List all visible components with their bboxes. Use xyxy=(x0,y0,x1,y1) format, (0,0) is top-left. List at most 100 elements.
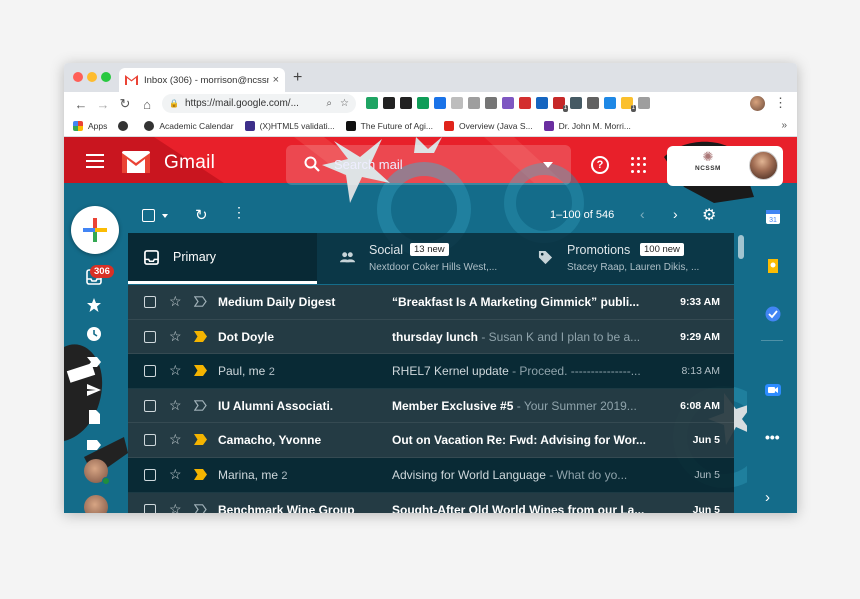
star-icon[interactable]: ☆ xyxy=(169,362,182,379)
tab-close-icon[interactable]: × xyxy=(273,74,279,86)
refresh-icon[interactable]: ↻ xyxy=(195,206,208,224)
importance-marker-icon[interactable] xyxy=(194,399,207,411)
browser-tab-inbox[interactable]: Inbox (306) - morrison@ncssm × xyxy=(119,68,285,92)
extension-icon[interactable] xyxy=(536,97,548,109)
back-icon[interactable]: ← xyxy=(70,97,92,112)
maximize-window-button[interactable] xyxy=(101,72,111,82)
importance-marker-icon[interactable] xyxy=(194,503,207,513)
extension-icon[interactable] xyxy=(587,97,599,109)
bookmark-item[interactable]: The Future of Agi... xyxy=(345,121,433,131)
row-checkbox[interactable] xyxy=(144,365,156,378)
new-tab-button[interactable]: + xyxy=(293,69,302,87)
extension-icon[interactable] xyxy=(570,97,582,109)
help-icon[interactable]: ? xyxy=(591,156,609,174)
select-options-icon[interactable] xyxy=(162,214,168,218)
importance-marker-icon[interactable] xyxy=(194,468,207,480)
importance-marker-icon[interactable] xyxy=(194,330,207,342)
extension-icon[interactable] xyxy=(604,97,616,109)
forward-icon[interactable]: → xyxy=(92,97,114,112)
search-input[interactable]: Search mail xyxy=(334,157,403,172)
importance-marker-icon[interactable] xyxy=(194,365,207,377)
sent-icon[interactable] xyxy=(86,382,102,398)
extension-icon[interactable] xyxy=(417,97,429,109)
extension-icon[interactable] xyxy=(502,97,514,109)
extension-icon[interactable] xyxy=(638,97,650,109)
email-row[interactable]: ☆ Dot Doyle thursday lunch - Susan K and … xyxy=(128,319,734,355)
star-icon[interactable]: ☆ xyxy=(169,397,182,414)
extension-icon[interactable] xyxy=(468,97,480,109)
scrollbar[interactable] xyxy=(736,233,746,513)
zoom-video-icon[interactable] xyxy=(765,382,781,398)
bookmark-item[interactable] xyxy=(118,121,133,131)
account-box[interactable]: ✺ NCSSM xyxy=(667,146,783,186)
email-row[interactable]: ☆ Paul, me 2 RHEL7 Kernel update - Proceed… xyxy=(128,354,734,389)
extension-icon[interactable] xyxy=(366,97,378,109)
star-icon[interactable]: ☆ xyxy=(169,293,182,310)
bookmark-item[interactable]: Academic Calendar xyxy=(144,121,234,131)
zoom-icon[interactable]: ⌕ xyxy=(326,98,332,109)
extension-icon[interactable] xyxy=(519,97,531,109)
extension-icon[interactable] xyxy=(485,97,497,109)
email-row[interactable]: ☆ Medium Daily Digest “Breakfast Is A Mar… xyxy=(128,285,734,320)
extension-icon[interactable]: 1 xyxy=(553,97,568,112)
more-options-icon[interactable]: ⋮ xyxy=(232,204,246,220)
row-checkbox[interactable] xyxy=(144,399,156,412)
search-options-icon[interactable] xyxy=(543,162,553,168)
importance-marker-icon[interactable] xyxy=(194,296,207,307)
star-icon[interactable]: ☆ xyxy=(169,328,182,345)
snoozed-icon[interactable] xyxy=(86,326,102,342)
profile-avatar[interactable] xyxy=(750,96,765,111)
address-bar[interactable]: 🔒 https://mail.google.com/... ⌕ ☆ xyxy=(162,94,356,113)
starred-icon[interactable] xyxy=(86,297,102,313)
extension-icon[interactable] xyxy=(451,97,463,109)
home-icon[interactable]: ⌂ xyxy=(136,97,158,112)
email-row[interactable]: ☆ Camacho, Yvonne Out on Vacation Re: Fwd… xyxy=(128,423,734,458)
bookmark-item[interactable]: Overview (Java S... xyxy=(443,121,533,131)
search-icon[interactable] xyxy=(304,156,320,172)
browser-menu-icon[interactable]: ⋮ xyxy=(774,95,787,111)
star-icon[interactable]: ☆ xyxy=(169,501,182,513)
expand-panel-icon[interactable]: › xyxy=(765,489,781,506)
select-all-checkbox[interactable] xyxy=(142,209,155,222)
tab-primary[interactable]: Primary xyxy=(128,233,317,284)
row-checkbox[interactable] xyxy=(144,503,156,513)
main-menu-icon[interactable] xyxy=(86,154,104,170)
older-page-icon[interactable]: › xyxy=(673,206,678,222)
email-row[interactable]: ☆ Benchmark Wine Group Sought-After Old W… xyxy=(128,492,734,513)
row-checkbox[interactable] xyxy=(144,296,156,308)
extension-icon[interactable]: 1 xyxy=(621,97,636,112)
calendar-icon[interactable]: 31 xyxy=(765,209,781,225)
account-avatar[interactable] xyxy=(749,151,778,180)
tasks-icon[interactable] xyxy=(765,306,781,322)
star-icon[interactable]: ☆ xyxy=(169,466,182,483)
bookmarks-overflow-icon[interactable]: » xyxy=(781,120,787,131)
extension-icon[interactable] xyxy=(434,97,446,109)
extension-icon[interactable] xyxy=(383,97,395,109)
importance-marker-icon[interactable] xyxy=(194,434,207,446)
compose-button[interactable] xyxy=(71,206,119,254)
drafts-icon[interactable] xyxy=(86,409,102,425)
google-apps-icon[interactable] xyxy=(631,157,647,173)
newer-page-icon[interactable]: ‹ xyxy=(640,206,645,222)
reload-icon[interactable]: ↻ xyxy=(114,96,136,112)
hangouts-contact-avatar[interactable] xyxy=(84,495,108,513)
row-checkbox[interactable] xyxy=(144,434,156,447)
close-window-button[interactable] xyxy=(73,72,83,82)
get-addons-icon[interactable]: ••• xyxy=(765,429,781,445)
bookmark-item[interactable]: (X)HTML5 validati... xyxy=(244,121,335,131)
important-icon[interactable] xyxy=(86,354,102,370)
keep-icon[interactable] xyxy=(765,258,781,274)
tab-promotions[interactable]: Promotions 100 new Stacey Raap, Lauren D… xyxy=(526,233,734,284)
search-bar[interactable]: Search mail xyxy=(286,145,571,185)
star-icon[interactable]: ☆ xyxy=(169,431,182,448)
bookmark-item[interactable]: Dr. John M. Morri... xyxy=(543,121,631,131)
extension-icon[interactable] xyxy=(400,97,412,109)
email-row[interactable]: ☆ IU Alumni Associati. Member Exclusive #… xyxy=(128,388,734,424)
bookmark-item[interactable]: Apps xyxy=(73,121,107,131)
label-icon[interactable] xyxy=(86,437,102,453)
row-checkbox[interactable] xyxy=(144,468,156,481)
email-row[interactable]: ☆ Marina, me 2 Advising for World Language… xyxy=(128,457,734,493)
row-checkbox[interactable] xyxy=(144,330,156,343)
tab-social[interactable]: Social 13 new Nextdoor Coker Hills West,… xyxy=(326,233,526,284)
settings-gear-icon[interactable]: ⚙ xyxy=(702,205,716,225)
